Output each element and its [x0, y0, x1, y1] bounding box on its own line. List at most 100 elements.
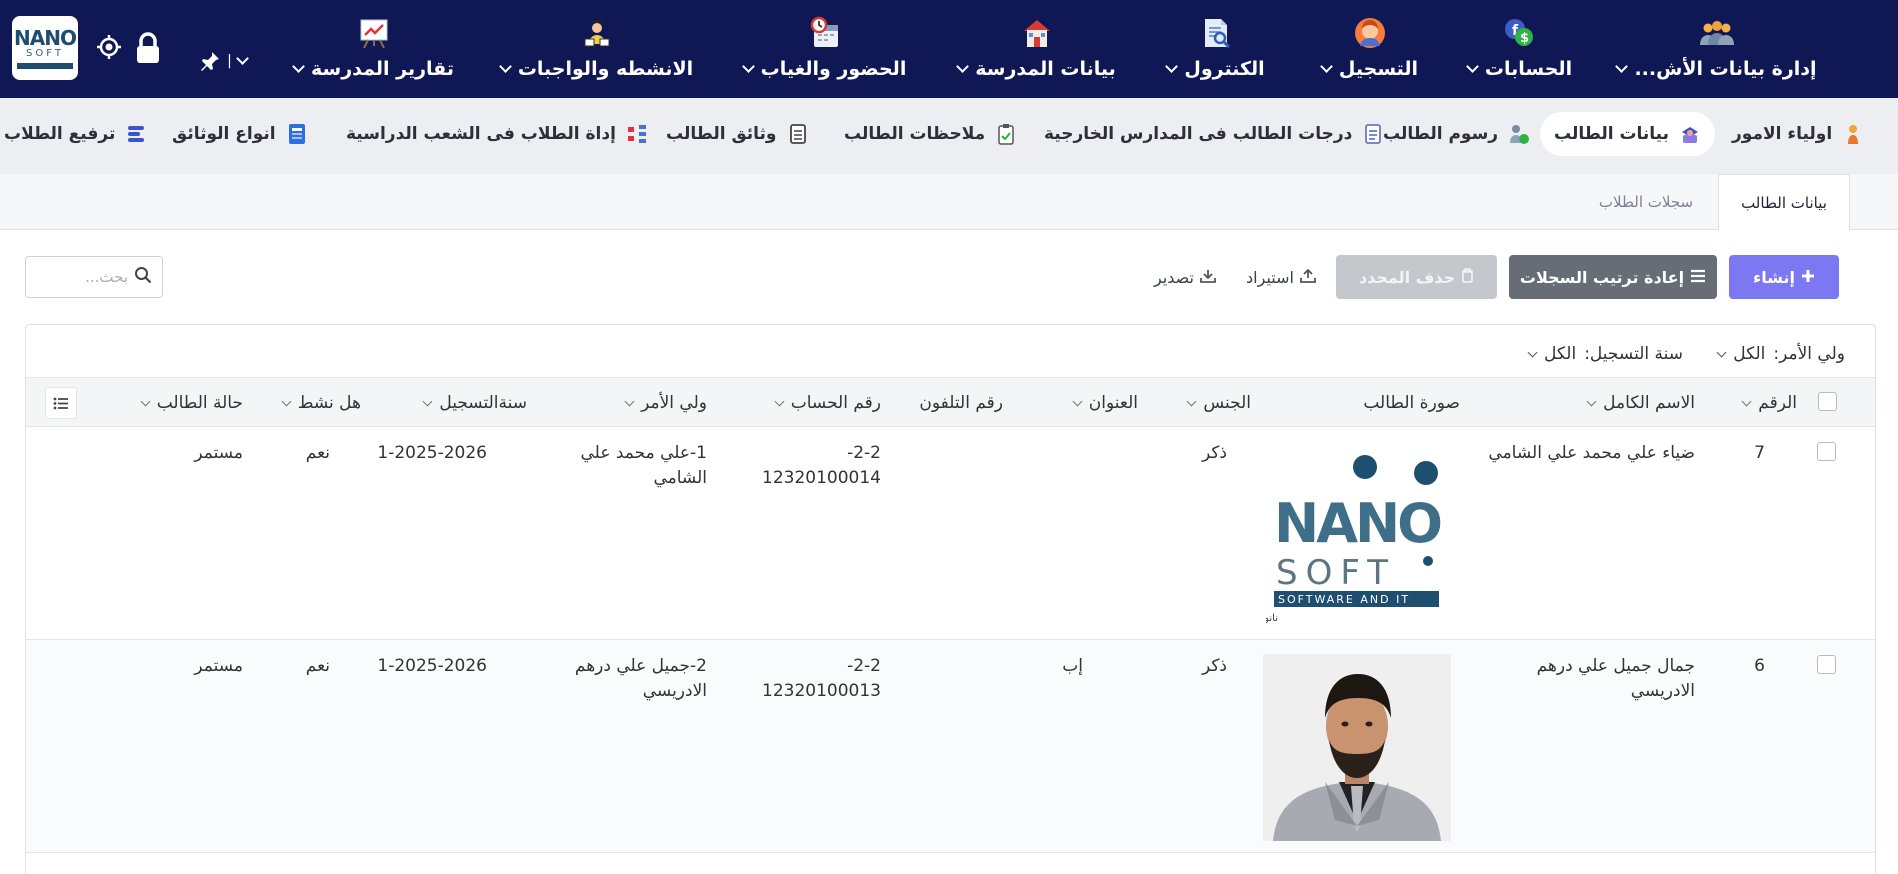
- pin-menu[interactable]: |: [198, 46, 249, 76]
- column-label: سنةالتسجيل: [439, 393, 527, 413]
- export-button[interactable]: تصدير: [1144, 255, 1226, 299]
- guardian-filter-select[interactable]: الكل: [1716, 344, 1765, 364]
- tab-student-records[interactable]: سجلات الطلاب: [1586, 174, 1706, 230]
- menu-label: تقارير المدرسة: [311, 58, 454, 80]
- clipboard-check-icon: [995, 123, 1017, 145]
- column-account[interactable]: رقم الحساب: [774, 378, 881, 428]
- chevron-down-icon: [498, 60, 512, 73]
- column-status[interactable]: حالة الطالب: [140, 378, 243, 428]
- year-filter-label: سنة التسجيل:: [1584, 344, 1683, 364]
- reorder-label: إعادة ترتيب السجلات: [1519, 267, 1685, 287]
- guardian-filter: ولي الأمر: الكل: [1716, 339, 1845, 369]
- menu-activities[interactable]: الانشطه والواجبات: [498, 16, 693, 90]
- column-label: الجنس: [1203, 393, 1251, 413]
- menu-registration[interactable]: التسجيل: [1312, 16, 1428, 90]
- menu-attendance[interactable]: الحضور والغياب: [741, 16, 908, 90]
- row-checkbox[interactable]: [1817, 655, 1836, 674]
- search-input[interactable]: [38, 268, 128, 286]
- delete-selected-button[interactable]: حذف المحدد: [1336, 255, 1497, 299]
- cell-number: 7: [1754, 443, 1765, 463]
- column-active[interactable]: هل نشط: [281, 378, 361, 428]
- list-icon: [1690, 268, 1706, 287]
- column-gender[interactable]: الجنس: [1186, 378, 1251, 428]
- submenu-external-grades[interactable]: درجات الطالب فى المدارس الخارجية: [1030, 112, 1398, 156]
- menu-label: الحضور والغياب: [760, 58, 907, 80]
- logo-band: [17, 62, 73, 69]
- tab-student-data[interactable]: بيانات الطالب: [1718, 174, 1850, 231]
- year-filter-select[interactable]: الكل: [1527, 344, 1576, 364]
- row-checkbox[interactable]: [1817, 442, 1836, 461]
- menu-school-reports[interactable]: تقارير المدرسة: [292, 16, 454, 90]
- menu-label: إدارة بيانات الأش...: [1634, 58, 1817, 80]
- menu-people-management[interactable]: إدارة بيانات الأش...: [1615, 16, 1817, 90]
- column-menu-button[interactable]: [45, 387, 77, 419]
- trash-icon: [1461, 267, 1474, 287]
- menu-control[interactable]: الكنترول: [1158, 16, 1274, 90]
- student-photo-logo[interactable]: NANO SOFT SOFTWARE AND IT نانو سوفت للبر…: [1266, 439, 1451, 629]
- lock-icon[interactable]: [134, 31, 162, 65]
- location-target-icon[interactable]: [96, 33, 122, 61]
- logo-text-soft: SOFT: [26, 47, 64, 59]
- sort-chevron-icon: [774, 396, 785, 406]
- column-full-name[interactable]: الاسم الكامل: [1586, 378, 1695, 428]
- submenu-guardians[interactable]: اولياء الامور: [1718, 112, 1878, 156]
- chevron-down-icon: [1466, 60, 1479, 73]
- sort-chevron-icon: [624, 396, 635, 406]
- create-button[interactable]: إنشاء: [1729, 255, 1839, 299]
- menu-label: الكنترول: [1184, 58, 1265, 80]
- chevron-down-icon: [292, 60, 305, 73]
- column-number[interactable]: الرقم: [1741, 378, 1797, 428]
- nano-soft-logo[interactable]: NANO SOFT: [12, 16, 78, 80]
- cell-number: 6: [1754, 656, 1765, 676]
- chevron-down-icon: [1716, 347, 1727, 357]
- chevron-down-icon: [1527, 347, 1538, 357]
- column-label: رقم الحساب: [790, 393, 881, 413]
- submenu-student-notes[interactable]: ملاحظات الطالب: [830, 112, 1031, 156]
- cell-active: نعم: [305, 656, 330, 676]
- sort-chevron-icon: [140, 396, 151, 406]
- chart-board-icon: [356, 16, 392, 50]
- submenu-label: وثائق الطالب: [666, 124, 777, 144]
- menu-school-data[interactable]: بيانات المدرسة: [954, 16, 1120, 90]
- cell-full-name: ضياء علي محمد علي الشامي: [1488, 443, 1695, 463]
- column-photo: صورة الطالب: [1363, 378, 1460, 428]
- column-guardian[interactable]: ولي الأمر: [624, 378, 707, 428]
- column-label: الاسم الكامل: [1603, 393, 1695, 413]
- menu-accounts[interactable]: f $ الحسابات: [1462, 16, 1578, 90]
- cell-guardian: 2-جميل علي درهم الادريسي: [574, 656, 707, 701]
- reorder-records-button[interactable]: إعادة ترتيب السجلات: [1509, 255, 1717, 299]
- table-row[interactable]: 7 ضياء علي محمد علي الشامي NANO SOFT SOF…: [26, 427, 1875, 640]
- tabs-bar: بيانات الطالب سجلات الطلاب: [0, 174, 1898, 231]
- submenu-promote-students[interactable]: ترفيع الطلاب: [0, 112, 161, 156]
- column-label: ولي الأمر: [641, 393, 707, 413]
- photo-logo-tagline: نانو سوفت للبرمجيات و تقنية المعلومات: [1266, 613, 1278, 624]
- submenu-student-documents[interactable]: وثائق الطالب: [652, 112, 823, 156]
- table-row[interactable]: 6 جمال جميل علي درهم الادريسي ذكر إب 2-2…: [26, 640, 1875, 853]
- export-label: تصدير: [1154, 267, 1195, 287]
- grades-list-icon: [1362, 123, 1384, 145]
- submenu-label: ملاحظات الطالب: [844, 124, 986, 144]
- submenu-label: انواع الوثائق: [172, 124, 276, 144]
- document-icon: [787, 123, 809, 145]
- sort-chevron-icon: [1072, 396, 1083, 406]
- chevron-down-icon: [956, 60, 970, 73]
- import-button[interactable]: استيراد: [1236, 255, 1326, 299]
- people-group-icon: [1699, 16, 1735, 50]
- submenu-sections-management[interactable]: إداة الطلاب فى الشعب الدراسية: [332, 112, 662, 156]
- select-all-checkbox[interactable]: [1818, 392, 1837, 411]
- pin-icon: [201, 52, 220, 71]
- submenu-student-data[interactable]: بيانات الطالب: [1540, 112, 1716, 156]
- column-address[interactable]: العنوان: [1072, 378, 1138, 428]
- cell-registration-year: 1-2025-2026: [377, 443, 487, 463]
- student-photo-portrait[interactable]: [1263, 654, 1451, 841]
- column-registration-year[interactable]: سنةالتسجيل: [422, 378, 527, 428]
- cell-full-name: جمال جميل علي درهم الادريسي: [1536, 656, 1695, 701]
- table-header: الرقم الاسم الكامل صورة الطالب الجنس الع…: [26, 377, 1875, 427]
- download-icon: [1200, 268, 1216, 287]
- menu-icon: [53, 397, 68, 409]
- guardian-icon: [1842, 123, 1864, 145]
- submenu-label: رسوم الطالب: [1383, 124, 1499, 144]
- cell-status: مستمر: [194, 656, 243, 676]
- cell-gender: ذكر: [1201, 656, 1227, 676]
- submenu-document-types[interactable]: انواع الوثائق: [158, 112, 322, 156]
